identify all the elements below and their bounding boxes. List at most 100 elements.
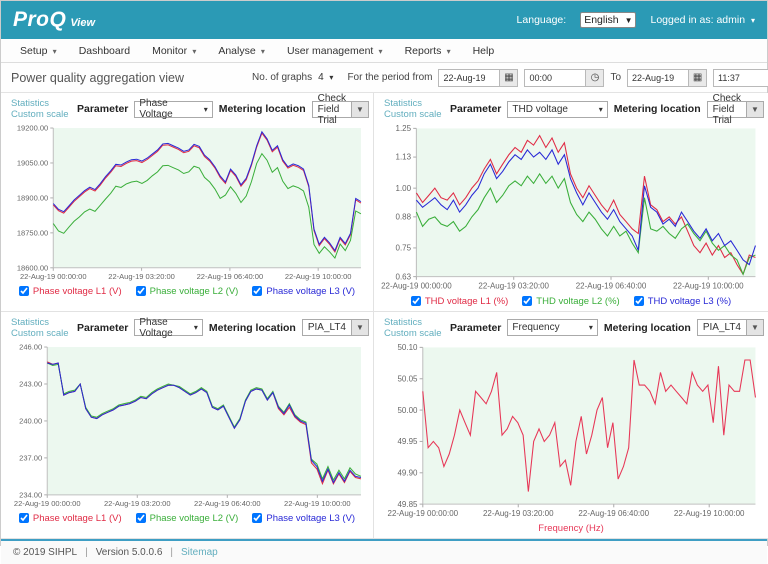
legend-item: THD voltage L2 (%) — [522, 295, 620, 307]
version-text: Version 5.0.0.6 — [95, 546, 163, 558]
parameter-value: Frequency — [512, 322, 560, 334]
series-visibility-checkbox[interactable] — [410, 296, 421, 307]
menu-item-monitor[interactable]: Monitor ▾ — [143, 42, 205, 60]
svg-text:50.05: 50.05 — [397, 374, 418, 383]
metering-location-input[interactable]: PIA_LT4 — [301, 319, 352, 337]
chevron-down-icon: ▾ — [376, 46, 383, 56]
series-visibility-checkbox[interactable] — [633, 296, 644, 307]
legend-item: Phase voltage L2 (V) — [135, 513, 238, 524]
metering-location-dropdown-button[interactable]: ▼ — [747, 100, 764, 118]
series-visibility-checkbox[interactable] — [135, 513, 146, 524]
parameter-value: Phase Voltage — [139, 98, 173, 120]
menu-item-user-management[interactable]: User management ▾ — [278, 42, 392, 60]
svg-text:243.00: 243.00 — [19, 379, 42, 388]
logo-text-sub: View — [70, 17, 96, 29]
statistics-link[interactable]: Statistics — [384, 98, 444, 109]
custom-scale-link[interactable]: Custom scale — [384, 109, 444, 120]
to-date-calendar-button[interactable]: ▦ — [689, 68, 708, 87]
metering-location-input[interactable]: Check Field Trial — [311, 93, 352, 126]
menu-item-dashboard[interactable]: Dashboard — [70, 42, 139, 60]
metering-location-input[interactable]: PIA_LT4 — [696, 319, 747, 337]
graphs-count-select[interactable]: 4 ▾ — [318, 72, 333, 83]
footer: © 2019 SIHPL | Version 5.0.0.6 | Sitemap — [1, 540, 767, 564]
statistics-link[interactable]: Statistics — [11, 317, 71, 328]
chart-canvas: 19200.00 19050.00 18900.00 18750.00 18600.00… — [5, 122, 369, 283]
sitemap-link[interactable]: Sitemap — [181, 547, 218, 558]
chart-canvas: 246.00 243.00 240.00 237.00 234.00 22-Aug-19 … — [5, 341, 369, 510]
page-title: Power quality aggregation view — [11, 70, 185, 85]
logged-in-label: Logged in as: admin — [650, 14, 746, 26]
svg-text:50.10: 50.10 — [397, 343, 418, 352]
custom-scale-link[interactable]: Custom scale — [11, 109, 71, 120]
chevron-down-icon: ▾ — [588, 323, 593, 333]
chart-panel-4: Statistics Custom scale Parameter Freque… — [374, 311, 768, 539]
chevron-down-icon: ▼ — [624, 16, 633, 25]
metering-location-input[interactable]: Check Field Trial — [706, 93, 747, 126]
from-time-input[interactable]: 00:00 — [524, 68, 587, 87]
legend-label: THD voltage L2 (%) — [536, 295, 620, 307]
chart-canvas: 50.10 50.05 50.00 49.95 49.90 49.85 22-Aug-19 … — [378, 341, 764, 520]
chart-legend: Phase voltage L1 (V) Phase voltage L2 (V)… — [5, 510, 369, 527]
statistics-link[interactable]: Statistics — [384, 317, 444, 328]
parameter-select[interactable]: Phase Voltage ▾ — [134, 98, 213, 120]
svg-text:18900.00: 18900.00 — [17, 193, 48, 202]
to-time-input[interactable]: 11:37 — [713, 68, 768, 87]
parameter-select[interactable]: Frequency ▾ — [507, 319, 598, 337]
custom-scale-link[interactable]: Custom scale — [384, 328, 444, 339]
metering-location-dropdown-button[interactable]: ▼ — [747, 319, 764, 337]
chevron-down-icon: ▾ — [50, 46, 57, 56]
to-date-input[interactable]: 22-Aug-19 — [627, 68, 690, 87]
legend-item: Phase voltage L1 (V) — [18, 513, 122, 524]
chart-legend: Phase voltage L1 (V) Phase voltage L2 (V)… — [5, 283, 369, 300]
parameter-select[interactable]: Phase Voltage ▾ — [134, 317, 203, 339]
parameter-label: Parameter — [77, 103, 129, 115]
menu-item-setup[interactable]: Setup ▾ — [11, 42, 66, 60]
menu-item-reports[interactable]: Reports ▾ — [396, 42, 460, 60]
language-select[interactable]: English ▼ — [580, 12, 637, 28]
svg-text:240.00: 240.00 — [19, 416, 42, 425]
logged-in-menu[interactable]: Logged in as: admin ▾ — [650, 14, 755, 26]
metering-location-dropdown-button[interactable]: ▼ — [352, 319, 369, 337]
svg-text:22-Aug-19 00:00:00: 22-Aug-19 00:00:00 — [387, 508, 458, 517]
menu-item-help[interactable]: Help — [464, 42, 504, 60]
charts-grid: Statistics Custom scale Parameter Phase … — [1, 93, 768, 539]
legend-item: Phase voltage L2 (V) — [135, 286, 238, 297]
line-chart: 50.1050.0550.0049.9549.9049.8522-Aug-19 … — [387, 343, 756, 517]
custom-scale-link[interactable]: Custom scale — [11, 328, 71, 339]
line-chart: 19200.0019050.0018900.0018750.0018600.00… — [17, 124, 362, 281]
series-visibility-checkbox[interactable] — [522, 296, 533, 307]
from-time-clock-button[interactable]: ◷ — [586, 68, 605, 87]
svg-text:22-Aug-19 10:00:00: 22-Aug-19 10:00:00 — [284, 498, 351, 507]
metering-location-dropdown-button[interactable]: ▼ — [352, 100, 369, 118]
app-logo: ProQ View — [13, 8, 95, 32]
series-visibility-checkbox[interactable] — [135, 286, 146, 297]
clock-icon: ◷ — [590, 72, 600, 83]
svg-text:50.00: 50.00 — [397, 405, 418, 414]
svg-text:22-Aug-19 06:40:00: 22-Aug-19 06:40:00 — [194, 498, 261, 507]
series-visibility-checkbox[interactable] — [252, 513, 263, 524]
footer-separator: | — [85, 546, 88, 558]
parameter-value: THD voltage — [512, 103, 568, 115]
series-visibility-checkbox[interactable] — [18, 513, 29, 524]
svg-text:22-Aug-19 03:20:00: 22-Aug-19 03:20:00 — [478, 281, 549, 290]
svg-text:49.95: 49.95 — [397, 437, 418, 446]
to-label: To — [610, 72, 622, 83]
svg-text:22-Aug-19 00:00:00: 22-Aug-19 00:00:00 — [20, 272, 87, 281]
series-visibility-checkbox[interactable] — [252, 286, 263, 297]
from-date-input[interactable]: 22-Aug-19 — [438, 68, 501, 87]
legend-item: Phase voltage L3 (V) — [252, 286, 355, 297]
language-value: English — [584, 14, 619, 26]
parameter-label: Parameter — [450, 103, 502, 115]
legend-label: Phase voltage L3 (V) — [266, 512, 356, 524]
svg-text:22-Aug-19 00:00:00: 22-Aug-19 00:00:00 — [14, 498, 81, 507]
from-date-calendar-button[interactable]: ▦ — [500, 68, 519, 87]
series-visibility-checkbox[interactable] — [18, 286, 29, 297]
app-header: ProQ View Language: English ▼ Logged in … — [1, 1, 767, 39]
svg-text:1.00: 1.00 — [396, 184, 412, 193]
menu-item-analyse[interactable]: Analyse ▾ — [209, 42, 274, 60]
svg-text:22-Aug-19 10:00:00: 22-Aug-19 10:00:00 — [673, 281, 744, 290]
parameter-select[interactable]: THD voltage ▾ — [507, 100, 608, 118]
statistics-link[interactable]: Statistics — [11, 98, 71, 109]
svg-text:19200.00: 19200.00 — [17, 124, 48, 133]
calendar-icon: ▦ — [692, 72, 703, 83]
